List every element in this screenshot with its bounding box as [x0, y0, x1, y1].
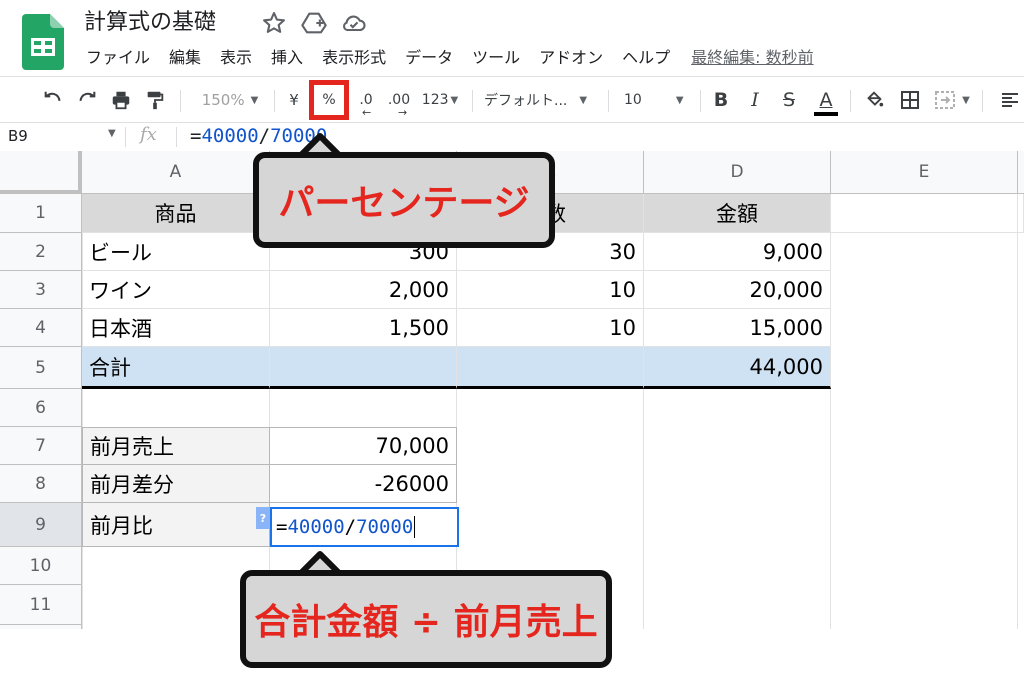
cell-e1[interactable]: [831, 194, 1024, 233]
text-color-label: A: [819, 89, 833, 111]
row-header-1[interactable]: 1: [0, 194, 82, 233]
edit-ref-a: 40000: [287, 516, 345, 538]
align-left-icon[interactable]: [998, 77, 1022, 123]
percent-button[interactable]: %: [309, 80, 349, 120]
select-all-corner[interactable]: [0, 151, 82, 194]
more-formats-label: 123: [421, 92, 449, 108]
last-edit-link[interactable]: 最終編集: 数秒前: [691, 44, 813, 68]
cell-d2[interactable]: 9,000: [644, 233, 831, 271]
sheets-logo-icon[interactable]: [22, 14, 64, 70]
row-header-3[interactable]: 3: [0, 271, 82, 309]
star-icon[interactable]: [260, 9, 288, 37]
zoom-select[interactable]: 150% ▼: [192, 77, 268, 123]
font-size-select[interactable]: 10 ▼: [624, 77, 692, 123]
text-color-button[interactable]: A: [812, 77, 840, 123]
row-header-10[interactable]: 10: [0, 547, 82, 585]
menu-edit[interactable]: 編集: [169, 44, 201, 68]
cell-a3[interactable]: ワイン: [82, 271, 270, 309]
cell-b7[interactable]: 70,000: [270, 427, 457, 465]
menu-view[interactable]: 表示: [220, 44, 252, 68]
menu-file[interactable]: ファイル: [86, 44, 150, 68]
formula-eq: =: [190, 125, 202, 147]
text-color-swatch: [814, 112, 838, 116]
font-size-value: 10: [624, 92, 642, 108]
cell-a1[interactable]: 商品: [82, 194, 270, 233]
move-to-drive-icon[interactable]: [300, 9, 328, 37]
row-header-7[interactable]: 7: [0, 427, 82, 465]
cell-ref-box[interactable]: B9: [8, 127, 28, 145]
cell-a5[interactable]: 合計: [82, 347, 270, 389]
cell-a2[interactable]: ビール: [82, 233, 270, 271]
column-header-overflow: [1018, 151, 1024, 194]
decimal-decrease-button[interactable]: .0 ←: [352, 77, 380, 123]
cell-c4[interactable]: 10: [457, 309, 644, 347]
percent-callout: パーセンテージ: [253, 152, 555, 248]
formula-bar: B9 ▼ fx =40000/70000: [0, 122, 1024, 152]
merge-cells-icon[interactable]: ▼: [932, 77, 972, 123]
column-header-a[interactable]: A: [82, 151, 270, 194]
zoom-value: 150%: [201, 91, 245, 109]
cell-a9[interactable]: 前月比: [82, 503, 270, 547]
menu-addons[interactable]: アドオン: [539, 44, 603, 68]
fill-color-icon[interactable]: [860, 77, 888, 123]
cell-b4[interactable]: 1,500: [270, 309, 457, 347]
edit-ref-b: 70000: [356, 516, 414, 538]
row-header-8[interactable]: 8: [0, 465, 82, 503]
row-header-2[interactable]: 2: [0, 233, 82, 271]
cell-c3[interactable]: 10: [457, 271, 644, 309]
toolbar: 150% ▼ ¥ % .0 ← .00 → 123 ▼ デフォルト... ▼ 10 ▼ …: [0, 76, 1024, 123]
cell-d4[interactable]: 15,000: [644, 309, 831, 347]
cell-a8[interactable]: 前月差分: [82, 465, 270, 503]
cell-ref-dropdown-icon[interactable]: ▼: [108, 128, 116, 139]
row-header-11[interactable]: 11: [0, 585, 82, 625]
menu-data[interactable]: データ: [405, 44, 453, 68]
row-header-5[interactable]: 5: [0, 347, 82, 389]
cell-a7[interactable]: 前月売上: [82, 427, 270, 465]
row-header-6[interactable]: 6: [0, 389, 82, 427]
cell-d5[interactable]: 44,000: [644, 347, 831, 389]
cell-c5[interactable]: [457, 347, 644, 389]
menu-bar: ファイル 編集 表示 挿入 表示形式 データ ツール アドオン ヘルプ 最終編集…: [86, 44, 814, 68]
arrow-right-icon: →: [398, 106, 408, 119]
cell-a4[interactable]: 日本酒: [82, 309, 270, 347]
bold-button[interactable]: B: [708, 77, 734, 123]
print-icon[interactable]: [106, 77, 136, 123]
borders-icon[interactable]: [896, 77, 924, 123]
menu-format[interactable]: 表示形式: [322, 44, 386, 68]
text-cursor: [414, 516, 416, 538]
row-header-9[interactable]: 9: [0, 503, 82, 547]
column-header-d[interactable]: D: [644, 151, 831, 194]
undo-icon[interactable]: [38, 77, 68, 123]
column-header-e[interactable]: E: [831, 151, 1018, 194]
currency-button[interactable]: ¥: [282, 77, 306, 123]
document-title[interactable]: 計算式の基礎: [84, 4, 216, 36]
edit-operator: /: [344, 516, 357, 538]
cell-b5[interactable]: [270, 347, 457, 389]
formula-help-icon[interactable]: ?: [256, 507, 270, 529]
edit-eq: =: [276, 516, 288, 538]
italic-button[interactable]: I: [742, 77, 768, 123]
fx-label: fx: [140, 124, 157, 145]
cell-b9-editor[interactable]: = 40000/70000: [270, 507, 459, 547]
menu-help[interactable]: ヘルプ: [622, 44, 670, 68]
redo-icon[interactable]: [72, 77, 102, 123]
menu-insert[interactable]: 挿入: [271, 44, 303, 68]
paint-format-icon[interactable]: [140, 77, 170, 123]
decimal-increase-button[interactable]: .00 →: [382, 77, 416, 123]
cloud-saved-icon[interactable]: [340, 9, 368, 37]
font-value: デフォルト...: [484, 93, 568, 109]
more-formats-button[interactable]: 123 ▼: [418, 77, 462, 123]
strikethrough-button[interactable]: S: [776, 77, 802, 123]
cell-b8[interactable]: -26000: [270, 465, 457, 503]
cell-d1[interactable]: 金額: [644, 194, 831, 233]
cell-b3[interactable]: 2,000: [270, 271, 457, 309]
font-select[interactable]: デフォルト... ▼: [484, 77, 600, 123]
arrow-left-icon: ←: [362, 106, 372, 119]
formula-callout: 合計金額 ÷ 前月売上: [240, 570, 612, 668]
cell-d3[interactable]: 20,000: [644, 271, 831, 309]
menu-tools[interactable]: ツール: [472, 44, 520, 68]
row-header-4[interactable]: 4: [0, 309, 82, 347]
